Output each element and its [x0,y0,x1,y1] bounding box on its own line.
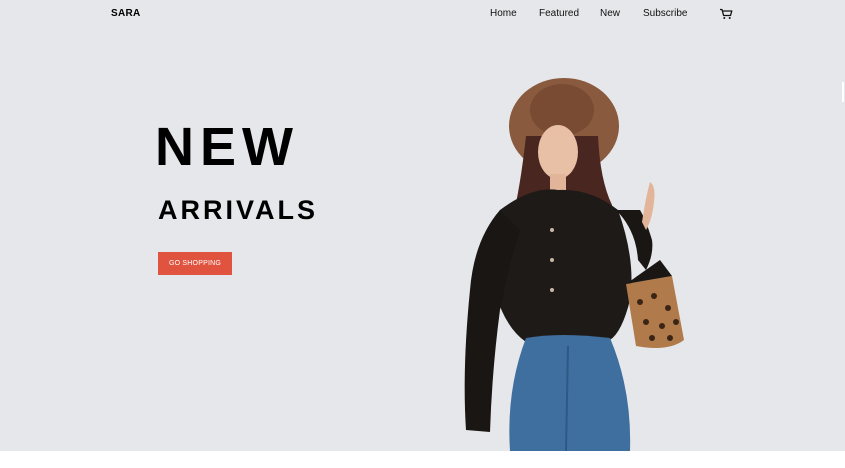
hero-headline-new: NEW [155,117,299,177]
nav-item-new[interactable]: New [600,8,620,19]
leather-shirt [490,189,632,342]
right-hand [642,182,655,230]
hero-model-image [464,78,684,451]
hero-section: SARA Home Featured New Subscribe NEW ARR… [0,0,845,451]
shopping-cart-icon[interactable] [719,8,733,20]
nav-item-home[interactable]: Home [490,8,517,19]
jeans [509,335,631,451]
vertical-scrollbar[interactable] [841,0,845,451]
go-shopping-button[interactable]: GO SHOPPING [158,252,232,275]
leopard-handbag [626,276,684,348]
scrollbar-thumb[interactable] [842,82,844,102]
face [538,125,578,179]
hero-headline-arrivals: ARRIVALS [158,195,319,225]
nav-item-featured[interactable]: Featured [539,8,579,19]
brand-logo[interactable]: SARA [111,8,141,19]
nav-item-subscribe[interactable]: Subscribe [643,8,687,19]
